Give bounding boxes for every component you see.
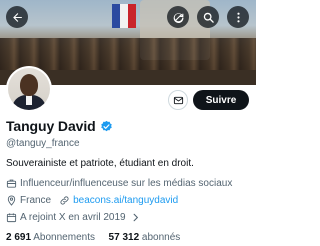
profile-name: Tanguy David (6, 118, 96, 134)
profile-joined-row[interactable]: A rejoint X en avril 2019 (6, 212, 144, 223)
envelope-icon (173, 96, 183, 104)
followers-stat[interactable]: 57 312 abonnés (109, 232, 181, 243)
following-count: 2 691 (6, 232, 32, 243)
avatar-head (20, 74, 38, 96)
profile-location: France (20, 195, 52, 206)
chevron-right-icon (133, 213, 138, 222)
profile-website-link[interactable]: beacons.ai/tanguydavid (73, 195, 178, 206)
avatar-photo (8, 68, 50, 110)
message-button[interactable] (168, 90, 188, 110)
search-icon (203, 12, 214, 23)
profile-handle: @tanguy_france (6, 138, 80, 149)
banner-flag-red (128, 4, 136, 28)
location-pin-icon (7, 195, 16, 206)
calendar-icon (6, 213, 17, 223)
profile-joined: A rejoint X en avril 2019 (20, 212, 126, 223)
arrow-left-icon (12, 12, 22, 22)
follow-button[interactable]: Suivre (193, 90, 249, 110)
avatar[interactable] (6, 66, 52, 112)
following-stat[interactable]: 2 691 Abonnements (6, 232, 95, 243)
banner-flag-blue (112, 4, 120, 28)
profile-category-row: Influenceur/influenceuse sur les médias … (6, 178, 232, 189)
search-button[interactable] (197, 6, 219, 28)
profile-bio: Souverainiste et patriote, étudiant en d… (6, 158, 194, 169)
more-vertical-icon (236, 12, 240, 22)
briefcase-icon (6, 179, 17, 188)
profile-name-row: Tanguy David (6, 118, 113, 134)
following-label: Abonnements (33, 232, 95, 243)
refresh-icon (173, 12, 183, 23)
link-icon (60, 196, 69, 205)
verified-badge-icon[interactable] (100, 120, 113, 133)
more-button[interactable] (227, 6, 249, 28)
profile-category: Influenceur/influenceuse sur les médias … (20, 178, 233, 189)
avatar-shirt (26, 95, 32, 105)
profile-stats: 2 691 Abonnements 57 312 abonnés (6, 232, 180, 243)
followers-count: 57 312 (108, 232, 140, 243)
banner-flag-white (120, 4, 128, 28)
followers-label: abonnés (141, 232, 181, 243)
profile-location-link-row: France beacons.ai/tanguydavid (6, 195, 178, 206)
refresh-button[interactable] (167, 6, 189, 28)
back-button[interactable] (6, 6, 28, 28)
